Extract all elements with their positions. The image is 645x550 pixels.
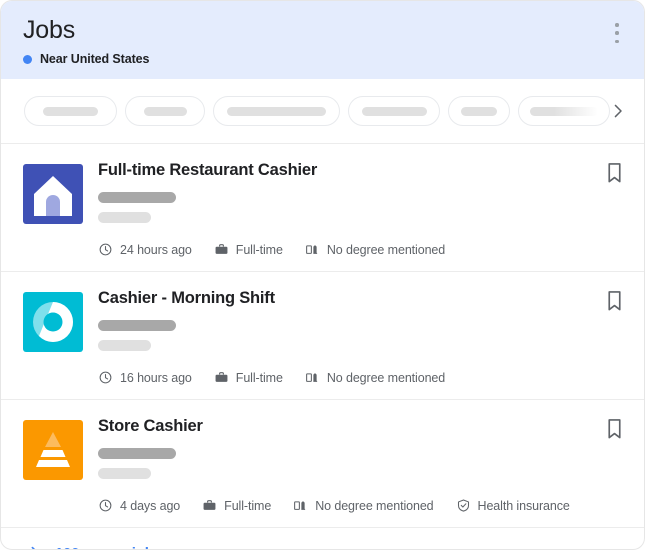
job-meta-item: Full-time [214, 370, 283, 385]
filter-chip-placeholder [362, 107, 427, 116]
job-list-item[interactable]: Store Cashier 4 days ago Full-time No degre… [1, 399, 644, 527]
filter-chip-placeholder [144, 107, 187, 116]
job-details: Store Cashier 4 days ago Full-time No degre… [83, 416, 624, 513]
source-placeholder [98, 212, 151, 223]
job-meta-label: No degree mentioned [327, 371, 445, 385]
arrow-right-icon [21, 542, 43, 550]
shield-check-icon [456, 498, 471, 513]
degree-book-icon [293, 498, 308, 513]
briefcase-icon [214, 370, 229, 385]
job-meta-item: 16 hours ago [98, 370, 192, 385]
bookmark-icon[interactable] [604, 161, 626, 185]
source-placeholder [98, 340, 151, 351]
job-title: Store Cashier [98, 416, 624, 436]
job-meta-item: No degree mentioned [293, 498, 433, 513]
company-placeholder [98, 448, 176, 459]
bookmark-icon[interactable] [604, 289, 626, 313]
more-vert-icon[interactable] [606, 21, 628, 45]
location-label: Near United States [40, 52, 149, 66]
clock-icon [98, 370, 113, 385]
job-meta-label: Full-time [236, 243, 283, 257]
briefcase-icon [214, 242, 229, 257]
more-jobs-label: 100+ more jobs [55, 545, 162, 550]
job-meta-item: Full-time [214, 242, 283, 257]
job-details: Cashier - Morning Shift 16 hours ago Full-… [83, 288, 624, 385]
job-meta-label: Health insurance [478, 499, 570, 513]
job-meta-item: No degree mentioned [305, 370, 445, 385]
job-meta-label: 24 hours ago [120, 243, 192, 257]
job-details: Full-time Restaurant Cashier 24 hours ago… [83, 160, 624, 257]
filter-chip-placeholder [43, 107, 98, 116]
job-list: Full-time Restaurant Cashier 24 hours ago… [1, 143, 644, 527]
bookmark-icon[interactable] [604, 417, 626, 441]
job-meta-row: 16 hours ago Full-time No degree mentioned [98, 370, 624, 385]
filter-chip-1[interactable] [24, 96, 117, 126]
job-meta-label: No degree mentioned [327, 243, 445, 257]
pyramid-logo [23, 420, 83, 480]
location-dot-icon [23, 55, 32, 64]
briefcase-icon [202, 498, 217, 513]
job-meta-label: Full-time [236, 371, 283, 385]
job-title: Full-time Restaurant Cashier [98, 160, 624, 180]
clock-icon [98, 498, 113, 513]
job-meta-label: No degree mentioned [315, 499, 433, 513]
job-meta-row: 24 hours ago Full-time No degree mentioned [98, 242, 624, 257]
donut-logo [23, 292, 83, 352]
filter-chip-6[interactable] [518, 96, 610, 126]
filter-chip-placeholder [227, 107, 326, 116]
degree-book-icon [305, 242, 320, 257]
job-meta-item: Health insurance [456, 498, 570, 513]
filter-chip-5[interactable] [448, 96, 510, 126]
house-logo [23, 164, 83, 224]
filter-chip-placeholder [530, 107, 598, 116]
job-meta-label: 4 days ago [120, 499, 180, 513]
job-meta-item: 4 days ago [98, 498, 180, 513]
degree-book-icon [305, 370, 320, 385]
source-placeholder [98, 468, 151, 479]
filter-chip-3[interactable] [213, 96, 340, 126]
clock-icon [98, 242, 113, 257]
company-placeholder [98, 192, 176, 203]
job-meta-label: Full-time [224, 499, 271, 513]
more-jobs-link[interactable]: 100+ more jobs [1, 527, 644, 550]
page-title: Jobs [23, 15, 624, 45]
job-meta-item: Full-time [202, 498, 271, 513]
job-meta-item: No degree mentioned [305, 242, 445, 257]
filter-chip-4[interactable] [348, 96, 440, 126]
job-title: Cashier - Morning Shift [98, 288, 624, 308]
job-list-item[interactable]: Cashier - Morning Shift 16 hours ago Full-… [1, 271, 644, 399]
chevron-right-icon[interactable] [606, 99, 630, 123]
job-list-item[interactable]: Full-time Restaurant Cashier 24 hours ago… [1, 143, 644, 271]
filter-chips-row [1, 79, 644, 143]
job-meta-label: 16 hours ago [120, 371, 192, 385]
company-placeholder [98, 320, 176, 331]
jobs-header: Jobs Near United States [1, 1, 644, 79]
filter-chip-placeholder [461, 107, 497, 116]
job-meta-item: 24 hours ago [98, 242, 192, 257]
jobs-widget: Jobs Near United States Full-time Restau… [0, 0, 645, 550]
job-meta-row: 4 days ago Full-time No degree mentioned He… [98, 498, 624, 513]
filter-chip-2[interactable] [125, 96, 205, 126]
location-subtitle: Near United States [23, 52, 624, 66]
